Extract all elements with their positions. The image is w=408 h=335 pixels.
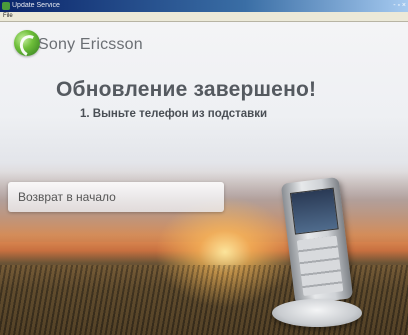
window-title: Update Service bbox=[12, 2, 60, 9]
phone-dock-image bbox=[272, 299, 362, 327]
phone-screen bbox=[289, 187, 339, 235]
instruction-text: 1. Выньте телефон из подставки bbox=[80, 108, 268, 120]
app-icon bbox=[2, 2, 10, 10]
menu-bar: File bbox=[0, 12, 408, 22]
phone-keypad bbox=[296, 235, 344, 297]
window-controls[interactable]: - ▫ × bbox=[380, 1, 406, 11]
back-to-start-button[interactable]: Возврат в начало bbox=[8, 182, 224, 212]
content-area: Sony Ericsson Обновление завершено! 1. В… bbox=[0, 22, 408, 335]
brand-name: Sony Ericsson bbox=[38, 36, 143, 53]
back-to-start-label: Возврат в начало bbox=[18, 190, 116, 204]
title-bar[interactable]: Update Service - ▫ × bbox=[0, 0, 408, 12]
page-title: Обновление завершено! bbox=[56, 78, 317, 101]
sony-ericsson-logo-icon bbox=[14, 30, 44, 60]
app-window: Update Service - ▫ × File Sony Ericsson … bbox=[0, 0, 408, 335]
menu-item-file[interactable]: File bbox=[3, 12, 13, 21]
